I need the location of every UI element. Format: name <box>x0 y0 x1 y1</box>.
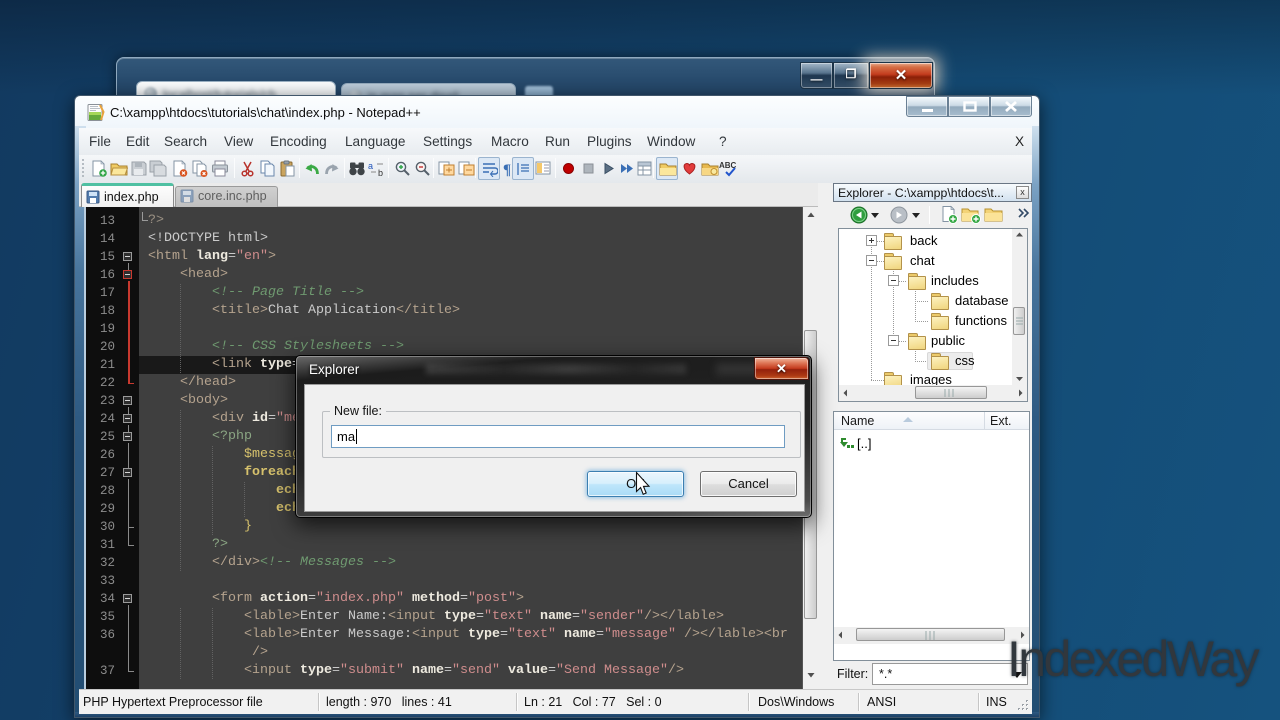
svg-text:a: a <box>368 161 373 171</box>
svg-text:¶: ¶ <box>503 162 511 177</box>
svg-text:b: b <box>378 168 383 177</box>
